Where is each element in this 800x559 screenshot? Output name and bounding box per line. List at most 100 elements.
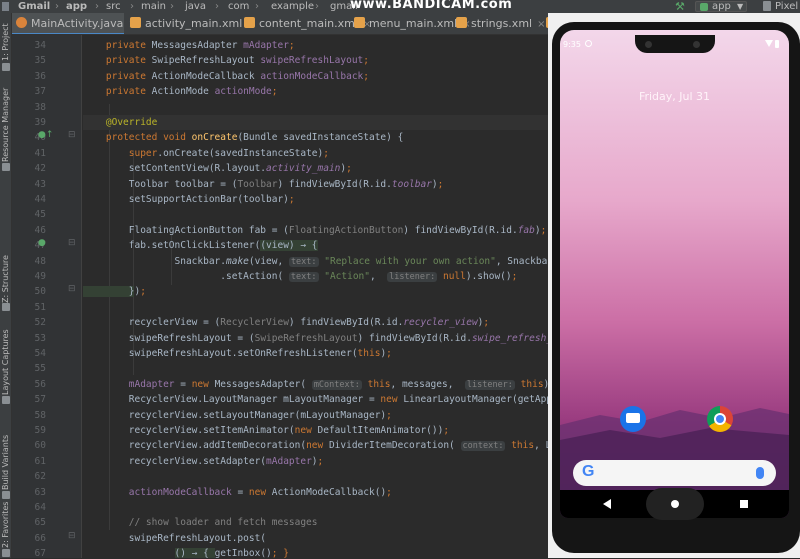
back-icon[interactable] [603,499,611,509]
front-camera-icon [645,41,652,48]
code-line[interactable] [83,207,550,222]
breadcrumb-com[interactable]: com [228,0,249,13]
breadcrumb-src[interactable]: src [106,0,121,13]
fold-icon[interactable]: ⊟ [68,284,76,294]
code-line[interactable] [83,469,550,484]
tab-label: MainActivity.java [31,17,124,30]
code-line[interactable]: private MessagesAdapter mAdapter; [83,38,550,53]
code-line[interactable]: actionModeCallback = new ActionModeCallb… [83,485,550,500]
code-token: RecyclerView [220,317,289,329]
code-line[interactable]: mAdapter = new MessagesAdapter( mContext… [83,377,550,392]
breadcrumb-module[interactable]: app [66,0,87,13]
google-search-bar[interactable]: G [573,460,776,486]
code-token: swipe_refresh_lay [471,332,550,344]
code-line[interactable]: recyclerView.setItemAnimator(new Default… [83,423,550,438]
code-token: Toolbar toolbar = ( [83,178,238,190]
code-line[interactable]: FloatingActionButton fab = (FloatingActi… [83,223,550,238]
code-token: ; [323,147,329,159]
code-line[interactable]: .setAction( text: "Action", listener: nu… [83,269,550,284]
override-marker-icon[interactable]: ●↑ [38,130,53,140]
tab-activity-main[interactable]: activity_main.xml× [126,13,256,34]
assistant-mic-icon[interactable] [756,467,764,479]
code-line[interactable]: private SwipeRefreshLayout swipeRefreshL… [83,53,550,68]
tab-content-main[interactable]: content_main.xml × [240,13,371,34]
tool-layout-captures[interactable]: Layout Captures [1,329,10,395]
code-line[interactable] [83,500,550,515]
fold-icon[interactable]: ⊟ [68,238,76,248]
code-token: FloatingActionButton [288,224,404,236]
fold-icon[interactable]: ⊟ [68,130,76,140]
code-line[interactable]: recyclerView = (RecyclerView) findViewBy… [83,315,550,330]
left-tool-strip: 1: Project Resource Manager Z: Structure… [0,13,12,558]
code-line[interactable]: Toolbar toolbar = (Toolbar) findViewById… [83,177,550,192]
project-icon [2,63,10,71]
code-token: ; [540,224,547,236]
code-token: ; [140,286,146,298]
code-token: ) findViewById(R.id. [357,332,472,344]
tab-menu-main[interactable]: menu_main.xml× [350,13,471,34]
home-icon[interactable] [671,500,679,508]
code-line[interactable]: protected void onCreate(Bundle savedInst… [83,130,550,145]
code-line[interactable]: recyclerView.setLayoutManager(mLayoutMan… [83,408,550,423]
code-line[interactable]: swipeRefreshLayout = (SwipeRefreshLayout… [83,331,550,346]
code-token: swipeRefreshLayout [260,55,364,67]
code-token: = [174,378,192,390]
phone-screen[interactable]: 9:35 Friday, Jul 31 G [560,30,789,518]
breadcrumb-java[interactable]: java [185,0,206,13]
code-line[interactable]: Snackbar.make(view, text: "Replace with … [83,254,550,269]
breadcrumb-project[interactable]: Gmail [18,0,50,13]
code-token: actionMode [214,86,272,98]
code-token: recycler_view [403,317,478,329]
build-hammer-icon[interactable]: ⚒ [675,0,685,13]
code-line[interactable]: private ActionMode actionMode; [83,84,550,99]
code-line[interactable] [83,361,550,376]
code-line[interactable] [83,100,550,115]
messages-icon[interactable] [620,406,646,432]
code-line[interactable]: super.onCreate(savedInstanceState); [83,146,550,161]
tab-strings[interactable]: strings.xml × [452,13,545,34]
fold-icon[interactable]: ⊟ [68,531,76,541]
line-number: 38 [34,101,46,113]
breadcrumb-example[interactable]: example [271,0,314,13]
line-number-gutter: 34 35 36 37 38 39 40 41 42 43 44 45 46 47 48 49 50 51 52 53… [12,35,82,559]
code-line[interactable]: setSupportActionBar(toolbar); [83,192,550,207]
tab-mainactivity[interactable]: MainActivity.java× [12,13,137,34]
code-line[interactable]: setContentView(R.layout.activity_main); [83,161,550,176]
code-line[interactable]: // show loader and fetch messages [83,515,550,530]
line-number: 60 [34,440,46,452]
line-number: 62 [34,471,46,483]
code-line[interactable]: swipeRefreshLayout.post( [83,531,550,546]
code-line[interactable]: swipeRefreshLayout.setOnRefreshListener(… [83,346,550,361]
tool-project[interactable]: 1: Project [1,15,10,61]
code-token: // show loader and fetch messages [83,517,318,529]
code-line[interactable]: fab.setOnClickListener((view) → { [83,238,550,253]
chrome-icon[interactable] [707,406,733,432]
tool-structure[interactable]: Z: Structure [1,255,10,303]
code-line[interactable]: recyclerView.addItemDecoration(new Divid… [83,438,550,453]
code-line[interactable]: RecyclerView.LayoutManager mLayoutManage… [83,392,550,407]
device-selector[interactable]: Pixel 3 [775,0,800,13]
tool-favorites[interactable]: 2: Favorites [1,502,10,548]
build-variants-icon [2,491,10,499]
code-token: new [294,425,318,436]
code-line[interactable]: private ActionModeCallback actionModeCal… [83,69,550,84]
code-token: onCreate [191,132,238,144]
code-token: private [83,55,152,67]
code-token: (view, [248,255,289,267]
code-line[interactable]: recyclerView.setAdapter(mAdapter); [83,454,550,469]
code-line[interactable]: @Override [83,115,550,130]
code-editor[interactable]: private MessagesAdapter mAdapter; privat… [83,35,550,558]
code-line[interactable]: () → { getInbox(); } [83,546,550,558]
code-line[interactable]: }); [83,284,550,299]
tool-build-variants[interactable]: Build Variants [1,430,10,490]
line-number: 37 [34,86,46,98]
recents-icon[interactable] [740,500,748,508]
line-number: 41 [34,147,46,159]
breadcrumb-main[interactable]: main [141,0,166,13]
override-marker-icon[interactable]: ● [38,238,46,248]
code-token: actionModeCallback [260,70,364,82]
tool-resource-manager[interactable]: Resource Manager [1,88,10,162]
code-line[interactable] [83,300,550,315]
code-token: .onCreate(savedInstanceState) [157,147,324,159]
